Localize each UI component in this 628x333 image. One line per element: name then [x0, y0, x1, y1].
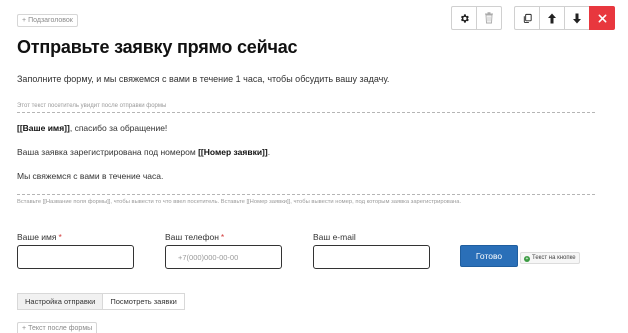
page-title: Отправьте заявку прямо сейчас	[17, 37, 298, 57]
thank-you-line[interactable]: [[Ваше имя]], спасибо за обращение!	[17, 123, 167, 133]
form-description: Заполните форму, и мы свяжемся с вами в …	[17, 74, 390, 84]
add-after-form-text-tag[interactable]: + Текст после формы	[17, 322, 98, 333]
number-placeholder-token: [[Номер заявки]]	[198, 147, 268, 157]
contact-soon-line[interactable]: Мы свяжемся с вами в течение часа.	[17, 171, 163, 181]
tab-send-settings[interactable]: Настройка отправки	[17, 293, 104, 310]
phone-input[interactable]	[165, 245, 282, 269]
delete-button[interactable]	[476, 6, 502, 30]
name-placeholder-token: [[Ваше имя]]	[17, 123, 70, 133]
required-marker: *	[220, 232, 225, 242]
email-field-label: Ваш e-mail	[313, 232, 358, 242]
arrow-up-icon	[548, 13, 556, 23]
message-editor-bottom-border	[17, 194, 595, 195]
duplicate-button[interactable]	[514, 6, 540, 30]
move-down-button[interactable]	[564, 6, 590, 30]
add-after-form-label: Текст после формы	[28, 325, 93, 332]
settings-button[interactable]	[451, 6, 477, 30]
add-subtitle-label: Подзаголовок	[28, 17, 73, 24]
registration-text: Ваша заявка зарегистрирована под номером	[17, 147, 199, 157]
required-marker: *	[58, 232, 62, 242]
form-tabs: Настройка отправки Посмотреть заявки	[17, 293, 185, 310]
name-input[interactable]	[17, 245, 134, 269]
name-label-text: Ваше имя	[17, 232, 57, 242]
plus-icon: +	[22, 325, 27, 332]
phone-field-label: Ваш телефон *	[165, 232, 224, 242]
message-editor-top-border	[17, 112, 595, 113]
move-up-button[interactable]	[539, 6, 565, 30]
email-label-text: Ваш e-mail	[313, 232, 356, 242]
after-submit-hint: Этот текст посетитель увидит после отпра…	[17, 103, 167, 109]
gear-icon	[460, 13, 469, 23]
button-text-tag-label: Текст на кнопке	[532, 255, 576, 261]
button-text-tag[interactable]: + Текст на кнопке	[520, 252, 580, 264]
submit-button[interactable]: Готово	[460, 245, 518, 267]
name-field-label: Ваше имя *	[17, 232, 62, 242]
remove-block-button[interactable]	[589, 6, 615, 30]
registration-end: .	[267, 147, 271, 157]
tab-view-requests[interactable]: Посмотреть заявки	[102, 293, 185, 310]
trash-icon	[485, 12, 493, 24]
thank-you-text: , спасибо за обращение!	[69, 123, 168, 133]
plus-icon: +	[22, 17, 27, 24]
close-icon	[598, 14, 606, 22]
block-toolbar-primary	[514, 6, 615, 30]
phone-label-text: Ваш телефон	[165, 232, 219, 242]
copy-icon	[523, 13, 532, 23]
registration-line[interactable]: Ваша заявка зарегистрирована под номером…	[17, 147, 270, 157]
block-toolbar-secondary	[451, 6, 502, 30]
arrow-down-icon	[573, 13, 581, 23]
email-input[interactable]	[313, 245, 430, 269]
plus-circle-icon: +	[524, 256, 530, 262]
add-subtitle-tag[interactable]: + Подзаголовок	[17, 14, 78, 27]
insert-fields-hint: Вставьте [[Название поля формы]], чтобы …	[17, 199, 462, 205]
